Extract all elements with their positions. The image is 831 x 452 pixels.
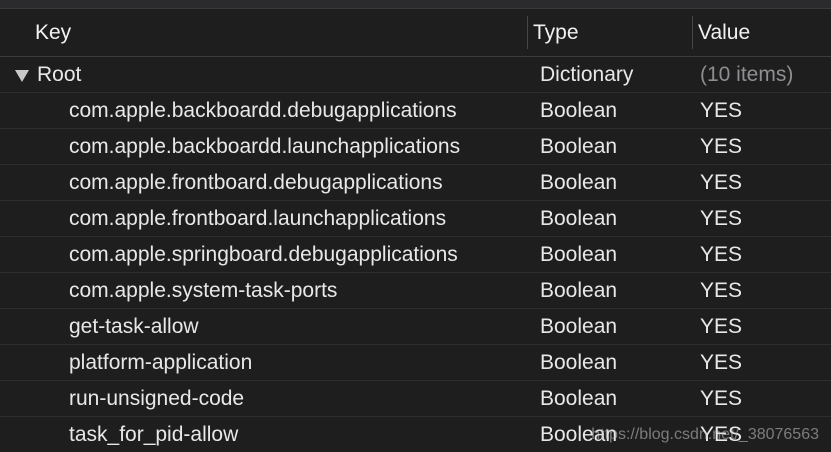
row-key[interactable]: platform-application (69, 345, 252, 380)
row-value[interactable]: YES (700, 381, 742, 416)
column-divider[interactable] (692, 16, 693, 49)
row-key[interactable]: com.apple.backboardd.debugapplications (69, 93, 457, 128)
row-value[interactable]: YES (700, 201, 742, 236)
row-type[interactable]: Boolean (540, 237, 617, 272)
watermark: https://blog.csdn.net/_38076563 (591, 426, 819, 443)
row-type[interactable]: Boolean (540, 309, 617, 344)
row-key[interactable]: com.apple.frontboard.debugapplications (69, 165, 443, 200)
row-key: Root (37, 63, 82, 86)
window-top-strip (0, 0, 831, 9)
table-row[interactable]: com.apple.frontboard.debugapplications B… (0, 165, 831, 201)
row-type[interactable]: Boolean (540, 201, 617, 236)
row-value[interactable]: YES (700, 129, 742, 164)
row-value[interactable]: YES (700, 237, 742, 272)
plist-rows: Root Dictionary (10 items) com.apple.bac… (0, 57, 831, 452)
row-key[interactable]: com.apple.system-task-ports (69, 273, 337, 308)
table-row[interactable]: com.apple.system-task-ports Boolean YES (0, 273, 831, 309)
row-value[interactable]: YES (700, 309, 742, 344)
row-type[interactable]: Boolean (540, 165, 617, 200)
row-type[interactable]: Boolean (540, 273, 617, 308)
row-key[interactable]: com.apple.backboardd.launchapplications (69, 129, 460, 164)
table-row[interactable]: run-unsigned-code Boolean YES (0, 381, 831, 417)
row-value[interactable]: YES (700, 93, 742, 128)
row-type[interactable]: Boolean (540, 93, 617, 128)
column-header-type[interactable]: Type (533, 9, 579, 56)
table-row[interactable]: com.apple.backboardd.debugapplications B… (0, 93, 831, 129)
row-type[interactable]: Boolean (540, 345, 617, 380)
disclosure-triangle-down-icon[interactable] (15, 70, 29, 82)
row-type[interactable]: Boolean (540, 129, 617, 164)
row-value[interactable]: YES (700, 345, 742, 380)
table-row[interactable]: com.apple.backboardd.launchapplications … (0, 129, 831, 165)
table-row[interactable]: com.apple.frontboard.launchapplications … (0, 201, 831, 237)
row-key[interactable]: task_for_pid-allow (69, 417, 238, 452)
row-key[interactable]: com.apple.springboard.debugapplications (69, 237, 458, 272)
table-row-root[interactable]: Root Dictionary (10 items) (0, 57, 831, 93)
row-key[interactable]: run-unsigned-code (69, 381, 244, 416)
row-value: (10 items) (700, 63, 794, 86)
row-key[interactable]: get-task-allow (69, 309, 199, 344)
table-row[interactable]: platform-application Boolean YES (0, 345, 831, 381)
table-row[interactable]: com.apple.springboard.debugapplications … (0, 237, 831, 273)
row-value[interactable]: YES (700, 273, 742, 308)
column-header-key[interactable]: Key (35, 9, 71, 56)
column-header-value[interactable]: Value (698, 9, 750, 56)
row-type[interactable]: Dictionary (540, 57, 633, 92)
column-divider[interactable] (527, 16, 528, 49)
row-value[interactable]: YES (700, 165, 742, 200)
row-key[interactable]: com.apple.frontboard.launchapplications (69, 201, 446, 236)
table-row[interactable]: get-task-allow Boolean YES (0, 309, 831, 345)
property-list-editor: Key Type Value Root Dictionary (10 items… (0, 9, 831, 452)
row-type[interactable]: Boolean (540, 381, 617, 416)
column-header: Key Type Value (0, 9, 831, 57)
